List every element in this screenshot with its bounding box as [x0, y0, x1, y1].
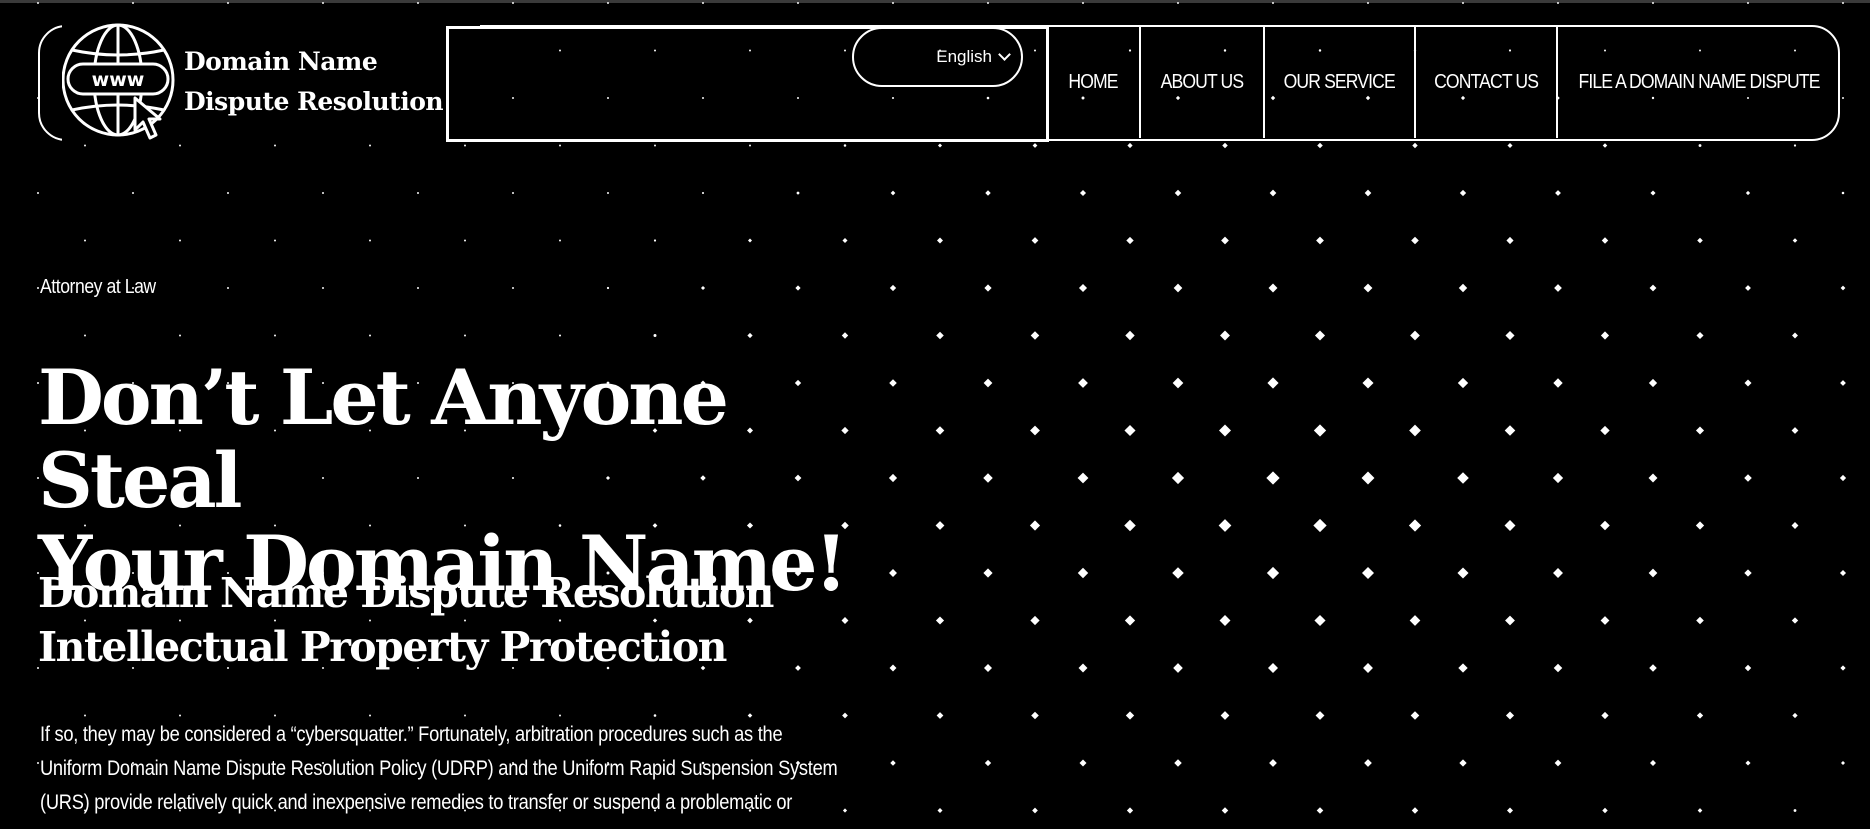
nav-file-dispute[interactable]: FILE A DOMAIN NAME DISPUTE	[1558, 26, 1840, 138]
hero-body-line-1: If so, they may be considered a “cybersq…	[40, 723, 783, 746]
www-globe-cursor-icon: www	[62, 23, 175, 140]
nav-home-label: HOME	[1068, 70, 1118, 93]
nav-home[interactable]: HOME	[1047, 26, 1141, 138]
nav-contact-us-label: CONTACT US	[1434, 70, 1539, 93]
hero-subtitle-line-2: Intellectual Property Protection	[38, 623, 727, 671]
brand-line-2: Dispute Resolution	[184, 87, 444, 116]
hero-body: If so, they may be considered a “cybersq…	[40, 718, 970, 820]
eyebrow-text: Attorney at Law	[40, 276, 156, 298]
hero-body-line-3: (URS) provide relatively quick and inexp…	[40, 791, 793, 814]
page: www Domain Name Dispute Resolution Engli…	[0, 0, 1870, 829]
brand-name: Domain Name Dispute Resolution	[184, 42, 444, 122]
nav-file-dispute-label: FILE A DOMAIN NAME DISPUTE	[1578, 70, 1820, 93]
hero-subtitle: Domain Name Dispute Resolution Intellect…	[38, 566, 798, 674]
hero-title-line-1: Don’t Let Anyone Steal	[38, 353, 729, 525]
eyebrow-label: Attorney at Law	[40, 276, 171, 299]
nav-our-service[interactable]: OUR SERVICE	[1265, 26, 1416, 138]
main-nav: HOME ABOUT US OUR SERVICE CONTACT US FIL…	[1047, 26, 1840, 138]
nav-our-service-label: OUR SERVICE	[1283, 70, 1396, 93]
brand-line-1: Domain Name	[184, 47, 378, 76]
language-selected-label: English	[936, 47, 992, 66]
nav-about-us-label: ABOUT US	[1160, 70, 1244, 93]
svg-text:www: www	[92, 69, 145, 91]
brand[interactable]: www Domain Name Dispute Resolution	[62, 21, 480, 143]
chevron-down-icon	[998, 48, 1011, 61]
nav-contact-us[interactable]: CONTACT US	[1416, 26, 1558, 138]
language-select[interactable]: English	[852, 27, 1023, 87]
hero-subtitle-line-1: Domain Name Dispute Resolution	[38, 569, 774, 617]
nav-about-us[interactable]: ABOUT US	[1141, 26, 1265, 138]
hero-body-line-2: Uniform Domain Name Dispute Resolution P…	[40, 757, 838, 780]
